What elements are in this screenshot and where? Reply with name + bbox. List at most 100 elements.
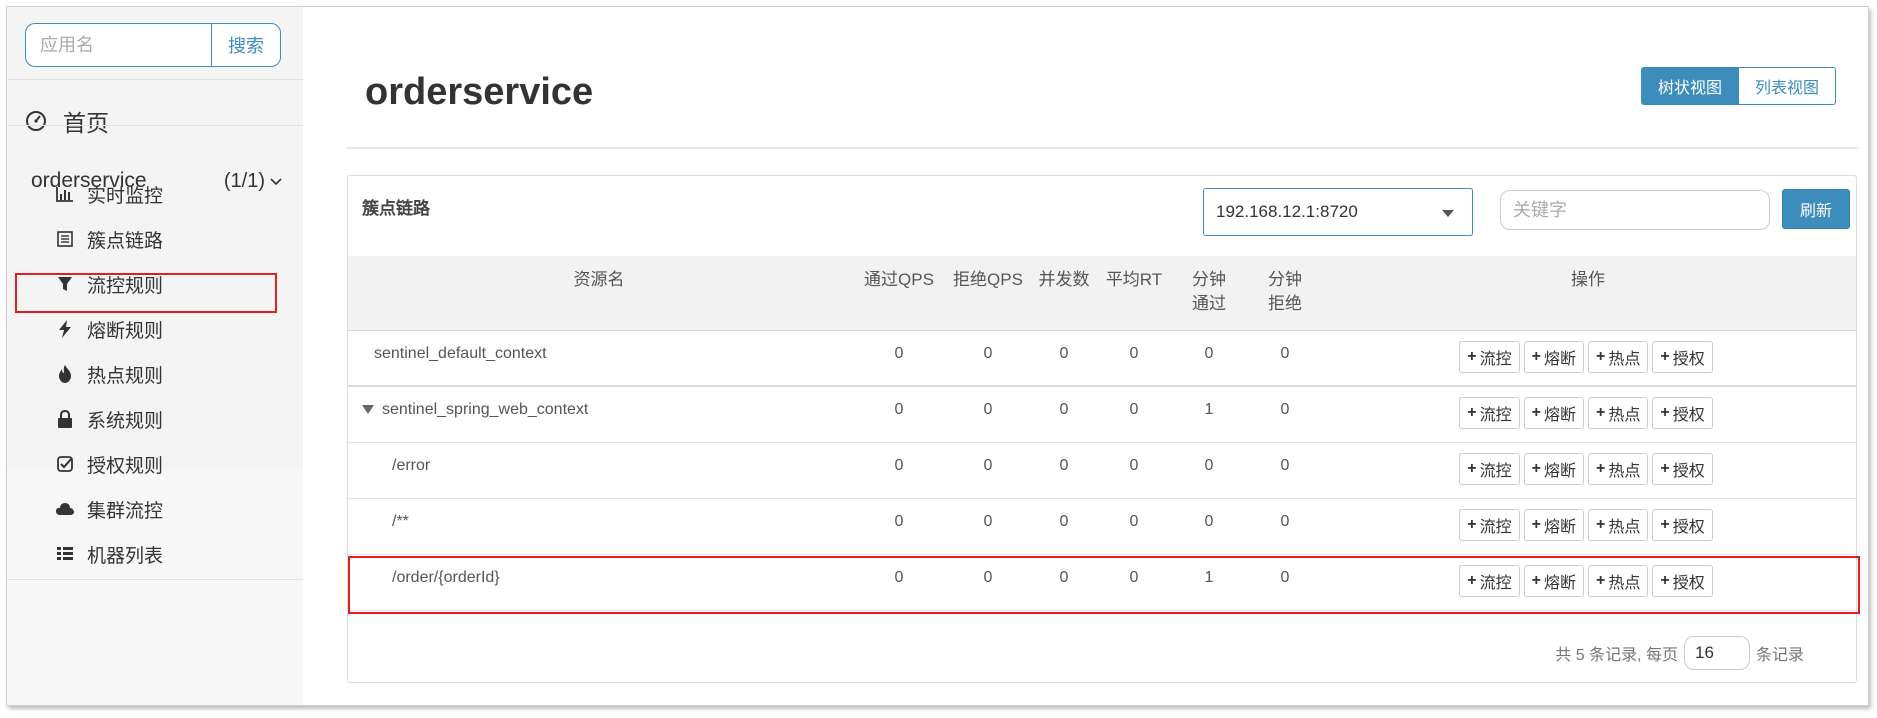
add-hotspot-rule-button[interactable]: + 热点	[1588, 397, 1649, 429]
add-hotspot-rule-button[interactable]: + 热点	[1588, 564, 1649, 597]
app-search: 搜索	[25, 23, 281, 67]
block-qps: 0	[948, 442, 1028, 499]
sidebar-item-label: 系统规则	[87, 410, 164, 432]
flash-icon	[55, 319, 75, 339]
add-degrade-rule-button[interactable]: + 熔断	[1523, 564, 1584, 597]
plus-icon: +	[1467, 347, 1477, 365]
plus-icon: +	[1660, 571, 1670, 589]
threads: 0	[1028, 442, 1100, 499]
threads: 0	[1028, 330, 1100, 387]
page-size-input[interactable]	[1683, 636, 1750, 670]
add-authority-rule-button[interactable]: + 授权	[1652, 564, 1713, 597]
sidebar-item-hotspot-rules[interactable]: 热点规则	[55, 357, 163, 391]
resource-table: 资源名 通过QPS 拒绝QPS 并发数 平均RT 分钟通过 分钟拒绝 操作 se…	[348, 256, 1856, 611]
add-hotspot-rule-button[interactable]: + 热点	[1588, 508, 1649, 541]
add-flow-rule-button[interactable]: + 流控	[1459, 564, 1520, 597]
divider	[347, 147, 1858, 149]
block-qps: 0	[948, 386, 1028, 443]
check-square-icon	[55, 454, 75, 474]
action-label: 流控	[1479, 518, 1512, 536]
main-content: orderservice 树状视图 列表视图 簇点链路 192.168.12.1…	[303, 29, 1868, 705]
plus-icon: +	[1660, 347, 1670, 365]
add-authority-rule-button[interactable]: + 授权	[1652, 452, 1713, 485]
machine-select[interactable]: 192.168.12.1:8720	[1203, 188, 1473, 236]
action-label: 流控	[1479, 407, 1512, 424]
plus-icon: +	[1467, 571, 1477, 589]
pager-total: 共 5 条记录, 每页	[1555, 647, 1678, 664]
col-block-qps: 拒绝QPS	[948, 256, 1028, 331]
app-search-input[interactable]	[25, 23, 211, 67]
sidebar-item-cluster-flow[interactable]: 集群流控	[55, 492, 163, 526]
resource-name: /**	[348, 498, 850, 555]
add-flow-rule-button[interactable]: + 流控	[1459, 397, 1520, 429]
add-hotspot-rule-button[interactable]: + 热点	[1588, 452, 1649, 485]
avg-rt: 0	[1100, 330, 1168, 387]
sidebar-item-label: 授权规则	[87, 455, 164, 477]
sidebar-item-degrade-rules[interactable]: 熔断规则	[55, 312, 163, 346]
list-icon	[55, 229, 75, 249]
dashboard-icon	[25, 110, 47, 132]
col-resource-name: 资源名	[348, 256, 850, 331]
block-qps: 0	[948, 330, 1028, 387]
add-degrade-rule-button[interactable]: + 熔断	[1523, 397, 1584, 429]
action-label: 授权	[1672, 350, 1705, 368]
col-operations: 操作	[1320, 256, 1856, 331]
sidebar-item-label: 首页	[63, 110, 109, 136]
expand-toggle-icon[interactable]	[362, 405, 374, 415]
col-minute-pass: 分钟通过	[1168, 256, 1250, 331]
keyword-search-input[interactable]	[1500, 190, 1770, 230]
add-hotspot-rule-button[interactable]: + 热点	[1588, 340, 1649, 373]
add-degrade-rule-button[interactable]: + 熔断	[1523, 508, 1584, 541]
add-flow-rule-button[interactable]: + 流控	[1459, 452, 1520, 485]
action-label: 流控	[1479, 350, 1512, 368]
pass-qps: 0	[850, 386, 948, 443]
plus-icon: +	[1467, 459, 1477, 477]
resource-name: sentinel_spring_web_context	[382, 401, 589, 418]
plus-icon: +	[1531, 571, 1541, 589]
add-authority-rule-button[interactable]: + 授权	[1652, 508, 1713, 541]
threads: 0	[1028, 498, 1100, 555]
avg-rt: 0	[1100, 498, 1168, 555]
list-view-button[interactable]: 列表视图	[1738, 67, 1836, 105]
divider	[7, 579, 303, 580]
chevron-down-icon	[269, 171, 283, 186]
tree-view-button[interactable]: 树状视图	[1640, 67, 1739, 105]
panel-title: 簇点链路	[362, 199, 430, 218]
sidebar-item-machine-list[interactable]: 机器列表	[55, 537, 163, 571]
minute-block: 0	[1250, 554, 1320, 611]
minute-pass: 1	[1168, 554, 1250, 611]
search-button[interactable]: 搜索	[211, 23, 281, 67]
sidebar-item-label: 实时监控	[87, 185, 164, 207]
add-flow-rule-button[interactable]: + 流控	[1459, 508, 1520, 541]
pass-qps: 0	[850, 442, 948, 499]
add-authority-rule-button[interactable]: + 授权	[1652, 397, 1713, 429]
sidebar-item-realtime-monitor[interactable]: 实时监控	[55, 177, 163, 211]
minute-block: 0	[1250, 498, 1320, 555]
add-flow-rule-button[interactable]: + 流控	[1459, 340, 1520, 373]
divider	[7, 79, 303, 80]
plus-icon: +	[1660, 459, 1670, 477]
sidebar-item-authority-rules[interactable]: 授权规则	[55, 447, 163, 481]
view-toggle: 树状视图 列表视图	[1640, 67, 1836, 105]
threads: 0	[1028, 554, 1100, 611]
plus-icon: +	[1596, 404, 1606, 421]
selected-menu-highlight	[15, 273, 277, 313]
add-authority-rule-button[interactable]: + 授权	[1652, 340, 1713, 373]
cloud-icon	[55, 499, 75, 519]
action-label: 熔断	[1543, 350, 1576, 368]
minute-pass: 1	[1168, 386, 1250, 443]
minute-block: 0	[1250, 442, 1320, 499]
add-degrade-rule-button[interactable]: + 熔断	[1523, 340, 1584, 373]
add-degrade-rule-button[interactable]: + 熔断	[1523, 452, 1584, 485]
resource-name: sentinel_default_context	[348, 330, 850, 387]
avg-rt: 0	[1100, 386, 1168, 443]
sidebar-item-home[interactable]: 首页	[25, 103, 109, 139]
sidebar-item-cluster-link[interactable]: 簇点链路	[55, 222, 163, 256]
refresh-button[interactable]: 刷新	[1782, 189, 1850, 229]
row-actions: + 流控 + 熔断 + 热点 + 授权	[1320, 330, 1856, 387]
resource-name: /order/{orderId}	[348, 554, 850, 611]
bar-chart-icon	[55, 184, 75, 204]
sidebar-item-system-rules[interactable]: 系统规则	[55, 402, 163, 436]
resource-panel: 簇点链路 192.168.12.1:8720 刷新 资源名 通过QPS 拒绝QP…	[347, 175, 1860, 683]
avg-rt: 0	[1100, 442, 1168, 499]
